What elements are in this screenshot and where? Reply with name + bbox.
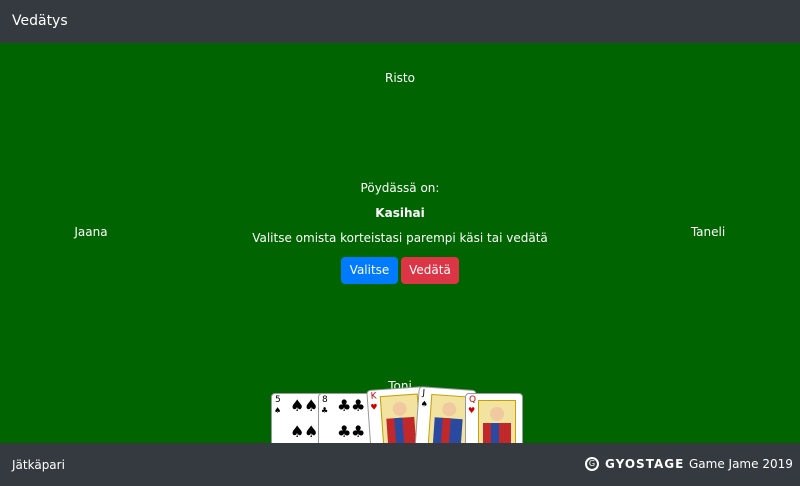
app-title[interactable]: Vedätys — [12, 13, 68, 29]
bluff-button[interactable]: Vedätä — [401, 257, 459, 284]
gyostage-logo-icon: G — [585, 457, 599, 471]
on-table-label: Pöydässä on: — [360, 181, 440, 195]
card-pip-icon: ♠ — [290, 422, 305, 441]
footer: Jätkäpari G GYOSTAGE Game Jame 2019 — [0, 443, 800, 486]
card-pip-icon: ♠ — [290, 396, 305, 415]
card-table: Risto Jaana Taneli Pöydässä on: Kasihai … — [0, 43, 800, 443]
top-navbar: Vedätys — [0, 0, 800, 43]
instruction-text: Valitse omista korteistasi parempi käsi … — [252, 231, 548, 245]
card-rank: 5 — [275, 395, 281, 405]
card-pip-icon: ♠ — [304, 422, 319, 441]
player-top-name: Risto — [385, 71, 415, 85]
choose-button[interactable]: Valitse — [341, 257, 398, 284]
gyostage-logo-text: GYOSTAGE — [605, 457, 685, 471]
card-pip-icon: ♣ — [351, 422, 366, 441]
card-suit-icon: ♥ — [468, 406, 476, 415]
card-suit-icon: ♥ — [370, 402, 378, 412]
card-pip-icon: ♣ — [351, 396, 366, 415]
card-rank: 8 — [322, 395, 328, 405]
card-pip-icon: ♣ — [337, 422, 352, 441]
card-pip-icon: ♠ — [304, 396, 319, 415]
hand-card[interactable]: Q ♥ — [465, 393, 523, 443]
footer-app-name: Jätkäpari — [12, 458, 65, 472]
card-rank: K — [370, 391, 377, 402]
card-suit-icon: ♠ — [420, 399, 429, 409]
footer-credit: Game Jame 2019 — [689, 457, 793, 471]
face-card-figure — [478, 400, 516, 443]
face-card-figure — [427, 393, 470, 443]
card-suit-icon: ♠ — [274, 406, 282, 415]
card-suit-icon: ♣ — [321, 406, 329, 415]
card-pip-icon: ♣ — [337, 396, 352, 415]
card-rank: Q — [469, 395, 477, 405]
card-rank: J — [422, 388, 426, 399]
gyostage-logo[interactable]: G GYOSTAGE — [585, 457, 684, 471]
current-hand: Kasihai — [375, 206, 425, 220]
